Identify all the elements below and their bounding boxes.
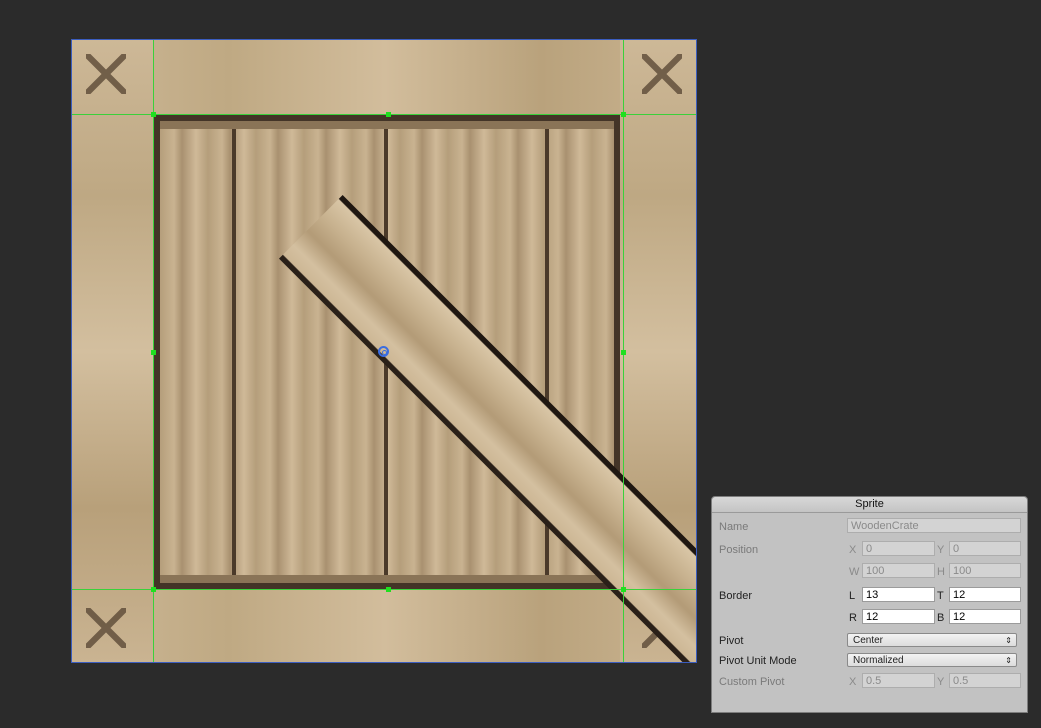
sprite-canvas[interactable] — [71, 39, 697, 663]
border-r-field[interactable]: 12 — [862, 609, 935, 624]
border-t-label: T — [937, 590, 944, 602]
pivot-dropdown-value: Center — [853, 635, 884, 646]
custom-pivot-y-field: 0.5 — [949, 673, 1021, 688]
custom-pivot-x-field: 0.5 — [862, 673, 935, 688]
sprite-properties-panel: Sprite Name WoodenCrate Position X 0 Y 0… — [711, 496, 1028, 713]
frame-bottom — [72, 589, 696, 662]
frame-left — [72, 40, 154, 662]
updown-arrow-icon: ⇕ — [1005, 636, 1012, 645]
position-w-field: 100 — [862, 563, 935, 578]
border-label: Border — [719, 590, 753, 602]
position-h-field: 100 — [949, 563, 1021, 578]
position-y-field: 0 — [949, 541, 1021, 556]
border-t-field[interactable]: 12 — [949, 587, 1021, 602]
plank-gap — [232, 121, 236, 583]
border-handle-bottom-center[interactable] — [386, 587, 391, 592]
custom-pivot-x-label: X — [849, 676, 857, 688]
border-b-field[interactable]: 12 — [949, 609, 1021, 624]
border-handle-bottom-right[interactable] — [621, 587, 626, 592]
pivot-unit-row: Pivot Unit Mode Normalized ⇕ — [719, 652, 1020, 672]
name-field: WoodenCrate — [847, 518, 1021, 533]
position-row: Position X 0 Y 0 — [719, 541, 1021, 561]
border-b-label: B — [937, 612, 945, 624]
border-guide-top[interactable] — [72, 114, 696, 115]
custom-pivot-row: Custom Pivot X 0.5 Y 0.5 — [719, 673, 1021, 693]
panel-title: Sprite — [712, 497, 1027, 513]
pivot-unit-dropdown[interactable]: Normalized ⇕ — [847, 653, 1017, 667]
border-row-1: Border L 13 T 12 — [719, 587, 1021, 607]
name-label: Name — [719, 521, 749, 533]
border-handle-top-center[interactable] — [386, 112, 391, 117]
border-r-label: R — [849, 612, 857, 624]
pivot-unit-dropdown-value: Normalized — [853, 655, 904, 666]
custom-pivot-y-label: Y — [937, 676, 945, 688]
corner-mark-bottom-left — [86, 608, 126, 648]
border-handle-bottom-left[interactable] — [151, 587, 156, 592]
position-x-field: 0 — [862, 541, 935, 556]
border-handle-top-left[interactable] — [151, 112, 156, 117]
pivot-row: Pivot Center ⇕ — [719, 632, 1020, 652]
border-l-label: L — [849, 590, 856, 602]
position-label: Position — [719, 544, 759, 556]
position-y-label: Y — [937, 544, 945, 556]
crate-rail-top — [160, 121, 614, 129]
custom-pivot-label: Custom Pivot — [719, 676, 785, 688]
size-row: W 100 H 100 — [719, 563, 1021, 583]
border-handle-top-right[interactable] — [621, 112, 626, 117]
border-guide-bottom[interactable] — [72, 589, 696, 590]
border-row-2: R 12 B 12 — [719, 609, 1021, 629]
position-x-label: X — [849, 544, 857, 556]
corner-mark-top-right — [642, 54, 682, 94]
pivot-dropdown[interactable]: Center ⇕ — [847, 633, 1017, 647]
position-h-label: H — [937, 566, 945, 578]
crate-rail-bottom — [160, 575, 614, 583]
border-handle-middle-left[interactable] — [151, 350, 156, 355]
pivot-handle-icon[interactable] — [378, 346, 389, 357]
border-l-field[interactable]: 13 — [862, 587, 935, 602]
pivot-label: Pivot — [719, 635, 744, 647]
position-w-label: W — [849, 566, 860, 578]
updown-arrow-icon: ⇕ — [1005, 656, 1012, 665]
pivot-unit-label: Pivot Unit Mode — [719, 655, 797, 667]
frame-top — [72, 40, 696, 115]
border-handle-middle-right[interactable] — [621, 350, 626, 355]
name-row: Name WoodenCrate — [719, 518, 1021, 538]
corner-mark-top-left — [86, 54, 126, 94]
